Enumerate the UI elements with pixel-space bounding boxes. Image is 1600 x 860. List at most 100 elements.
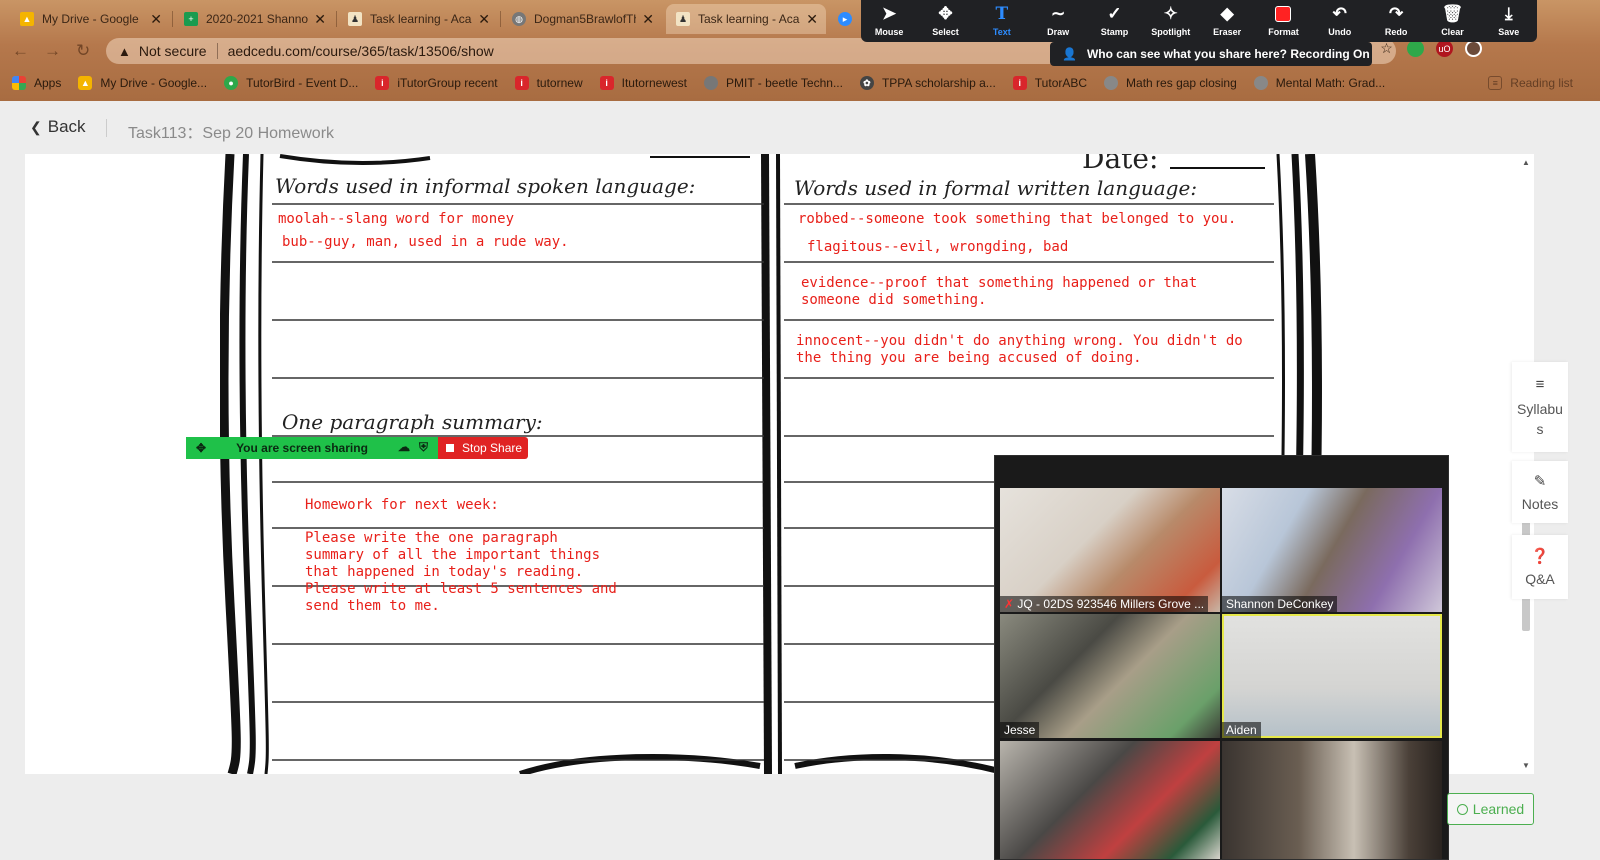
participant-name: Shannon DeConkey xyxy=(1222,596,1338,612)
bookmark-label: My Drive - Google... xyxy=(100,76,208,90)
url-text[interactable]: aedcedu.com/course/365/task/13506/show xyxy=(228,43,494,59)
zoom-tool-text[interactable]: T Text xyxy=(974,0,1030,42)
move-icon: ✥ xyxy=(938,4,953,23)
sharing-status[interactable]: ✥ You are screen sharing ☁ ⛨ xyxy=(186,437,438,459)
video-tile[interactable]: ✗ JQ - 02DS 923546 Millers Grove ... xyxy=(1000,488,1220,612)
page-header: ❮ Back Task113：Sep 20 Homework xyxy=(0,101,1600,153)
zoom-tool-format[interactable]: Format xyxy=(1255,0,1311,42)
zoom-camera-icon: ▸ xyxy=(838,12,852,26)
zoom-tool-select[interactable]: ✥ Select xyxy=(917,0,973,42)
globe-icon: ◍ xyxy=(512,12,526,26)
bookmark-label: Apps xyxy=(34,76,62,90)
zoom-tool-draw[interactable]: ∼ Draw xyxy=(1030,0,1086,42)
bookmark-mental-math[interactable]: Mental Math: Grad... xyxy=(1253,76,1385,90)
google-drive-icon: ▲ xyxy=(78,76,93,90)
close-icon[interactable]: ✕ xyxy=(642,11,654,28)
tab-zoom[interactable]: ▸ xyxy=(832,4,860,34)
trash-icon: 🗑 xyxy=(1441,4,1464,23)
drag-handle-icon[interactable]: ✥ xyxy=(196,441,206,455)
bookmark-itutornewest[interactable]: i Itutornewest xyxy=(599,76,687,90)
forward-arrow-icon[interactable]: → xyxy=(44,41,61,61)
notes-button[interactable]: ✎ Notes xyxy=(1512,461,1568,523)
close-icon[interactable]: ✕ xyxy=(150,11,162,28)
shield-icon: ⛨ xyxy=(418,440,428,454)
tool-label: Save xyxy=(1498,27,1520,37)
zoom-tool-stamp[interactable]: ✓ Stamp xyxy=(1086,0,1142,42)
itutor-icon: i xyxy=(375,76,390,90)
tool-label: Spotlight xyxy=(1151,27,1191,37)
zoom-tool-save[interactable]: ⤓ Save xyxy=(1481,0,1537,42)
formal-entry: evidence--proof that something happened … xyxy=(801,275,1198,308)
tool-label: Format xyxy=(1268,27,1299,37)
undo-icon: ↶ xyxy=(1332,4,1347,23)
bookmark-star-icon[interactable]: ☆ xyxy=(1378,40,1395,57)
draw-icon: ∼ xyxy=(1051,4,1066,23)
bookmark-tutornew[interactable]: i tutornew xyxy=(514,76,583,90)
bookmark-itutorgroup[interactable]: i iTutorGroup recent xyxy=(375,76,498,90)
tool-label: Undo xyxy=(1328,27,1352,37)
qa-button[interactable]: ❓ Q&A xyxy=(1512,535,1568,599)
chevron-left-icon: ❮ xyxy=(30,118,42,135)
bookmark-label: TutorBird - Event D... xyxy=(246,76,359,90)
reload-icon[interactable]: ↻ xyxy=(76,41,90,61)
chat-extension-icon[interactable] xyxy=(1407,40,1424,57)
learned-button[interactable]: Learned xyxy=(1447,793,1534,825)
notes-label: Notes xyxy=(1521,496,1559,512)
stop-icon xyxy=(446,444,454,452)
zoom-video-gallery: ✗ JQ - 02DS 923546 Millers Grove ... Sha… xyxy=(994,455,1449,860)
reading-list[interactable]: ≡ Reading list xyxy=(1488,76,1573,90)
video-tile[interactable]: Shannon DeConkey xyxy=(1222,488,1442,612)
spotlight-icon: ✧ xyxy=(1163,4,1178,23)
back-arrow-icon[interactable]: ← xyxy=(12,41,29,61)
bookmark-label: PMIT - beetle Techn... xyxy=(726,76,843,90)
security-status[interactable]: Not secure xyxy=(139,43,207,59)
tab-task-learning-active[interactable]: ♟ Task learning - Aca ✕ xyxy=(666,4,826,34)
globe-icon xyxy=(1104,76,1119,90)
close-icon[interactable]: ✕ xyxy=(314,11,326,28)
zoom-tool-undo[interactable]: ↶ Undo xyxy=(1312,0,1368,42)
bookmark-pmit[interactable]: PMIT - beetle Techn... xyxy=(704,76,843,90)
zoom-tool-clear[interactable]: 🗑 Clear xyxy=(1424,0,1480,42)
bookmark-apps[interactable]: Apps xyxy=(12,76,61,90)
question-icon: ❓ xyxy=(1530,548,1550,565)
bookmark-tutorabc[interactable]: i TutorABC xyxy=(1012,76,1087,90)
video-tile[interactable]: Jesse xyxy=(1000,614,1220,738)
scroll-up-icon[interactable]: ▲ xyxy=(1522,158,1530,167)
video-tile-active-speaker[interactable]: Aiden xyxy=(1222,614,1442,738)
zoom-tool-mouse[interactable]: ➤ Mouse xyxy=(861,0,917,42)
ublock-icon[interactable]: uO xyxy=(1436,40,1453,57)
syllabus-label: Syllabus xyxy=(1517,400,1563,437)
close-icon[interactable]: ✕ xyxy=(806,11,818,28)
globe-icon xyxy=(704,76,718,90)
stop-share-button[interactable]: Stop Share xyxy=(438,437,528,459)
google-sheets-icon: + xyxy=(184,12,198,26)
tab-task-learning[interactable]: ♟ Task learning - Aca ✕ xyxy=(338,4,498,34)
back-label: Back xyxy=(47,117,86,136)
tool-label: Text xyxy=(992,27,1011,37)
tppa-icon: ✿ xyxy=(859,76,874,90)
zoom-tool-spotlight[interactable]: ✧ Spotlight xyxy=(1143,0,1199,42)
bookmark-tutorbird[interactable]: ● TutorBird - Event D... xyxy=(224,76,358,90)
back-button[interactable]: ❮ Back xyxy=(30,117,86,137)
tab-my-drive[interactable]: ▲ My Drive - Google ✕ xyxy=(10,4,170,34)
muted-mic-icon: ✗ xyxy=(1004,597,1018,611)
recording-notice[interactable]: 👤 Who can see what you share here? Recor… xyxy=(1050,42,1372,66)
tool-label: Stamp xyxy=(1100,27,1129,37)
bookmark-math-res[interactable]: Math res gap closing xyxy=(1104,76,1237,90)
tab-spreadsheet[interactable]: + 2020-2021 Shannon ✕ xyxy=(174,4,334,34)
syllabus-button[interactable]: ≡ Syllabus xyxy=(1512,362,1568,452)
bookmark-my-drive[interactable]: ▲ My Drive - Google... xyxy=(78,76,207,90)
video-tile[interactable] xyxy=(1222,741,1442,859)
tool-label: Eraser xyxy=(1213,27,1242,37)
zoom-tool-redo[interactable]: ↷ Redo xyxy=(1368,0,1424,42)
scroll-down-icon[interactable]: ▼ xyxy=(1522,761,1530,770)
zoom-tool-eraser[interactable]: ◆ Eraser xyxy=(1199,0,1255,42)
close-icon[interactable]: ✕ xyxy=(478,11,490,28)
homework-title: Homework for next week: xyxy=(305,497,499,513)
video-tile[interactable] xyxy=(1000,741,1220,859)
tab-dogman[interactable]: ◍ Dogman5BrawlofTh ✕ xyxy=(502,4,662,34)
qa-label: Q&A xyxy=(1525,571,1555,587)
avatar[interactable] xyxy=(1465,40,1482,57)
google-drive-icon: ▲ xyxy=(20,12,34,26)
bookmark-tppa[interactable]: ✿ TPPA scholarship a... xyxy=(859,76,996,90)
